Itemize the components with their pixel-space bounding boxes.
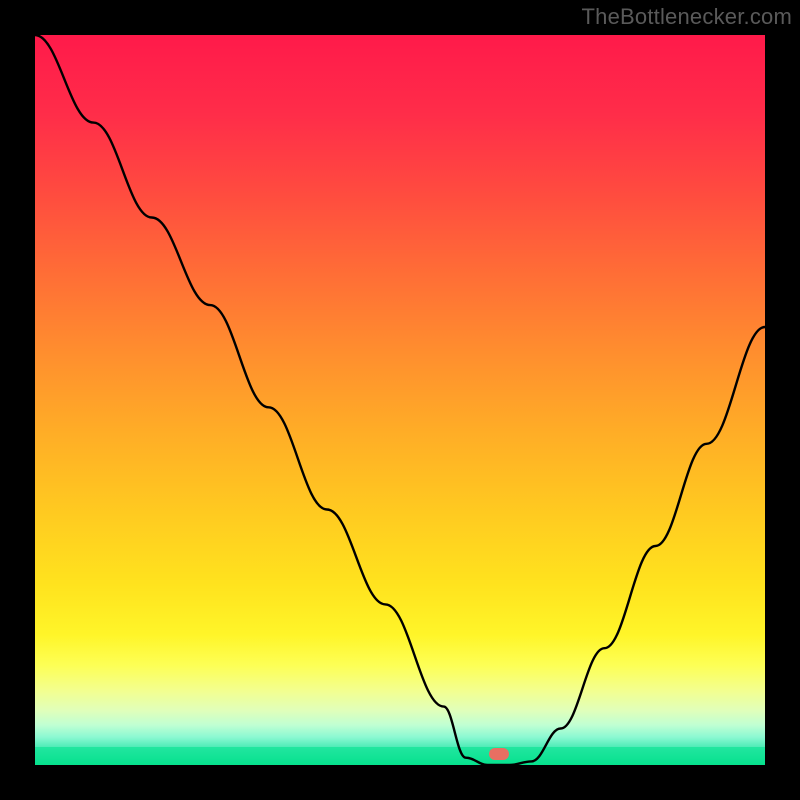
watermark-text: TheBottlenecker.com (582, 4, 792, 30)
bottleneck-curve (35, 35, 765, 765)
plot-area (35, 35, 765, 765)
chart-frame: TheBottlenecker.com (0, 0, 800, 800)
optimal-marker (489, 748, 509, 760)
